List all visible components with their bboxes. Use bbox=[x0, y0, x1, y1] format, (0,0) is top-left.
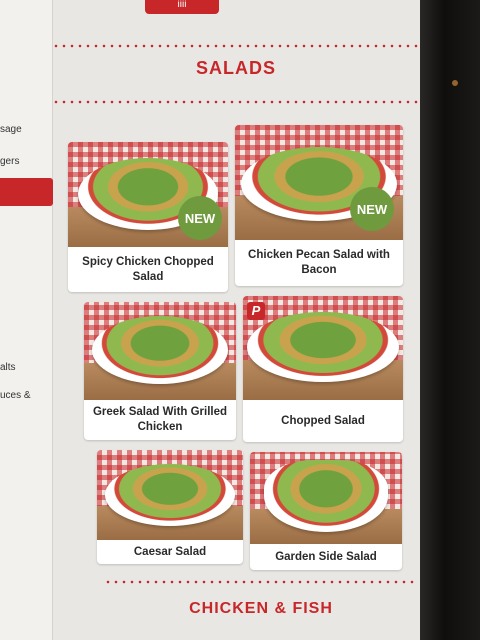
menu-item-card[interactable]: Garden Side Salad bbox=[250, 452, 402, 570]
menu-item-name: Spicy Chicken Chopped Salad bbox=[82, 255, 214, 283]
menu-item-card[interactable]: Greek Salad With Grilled Chicken bbox=[84, 302, 236, 440]
menu-item-card[interactable]: NEW Chicken Pecan Salad with Bacon bbox=[235, 125, 403, 286]
salad-photo bbox=[97, 450, 243, 540]
menu-item-name: Chopped Salad bbox=[281, 414, 365, 427]
sidebar-item-salads-active[interactable] bbox=[0, 178, 53, 206]
category-sidebar: sage gers alts uces & bbox=[0, 0, 53, 640]
new-badge: NEW bbox=[350, 187, 394, 231]
menu-item-name: Caesar Salad bbox=[133, 545, 207, 558]
menu-item-name: Greek Salad With Grilled Chicken bbox=[92, 406, 228, 433]
sidebar-item-sausage[interactable]: sage bbox=[0, 124, 52, 135]
salad-photo bbox=[243, 296, 403, 400]
menu-item-card[interactable]: Caesar Salad bbox=[97, 450, 243, 564]
kiosk-screen: iiii sage gers alts uces & SALADS NEW Sp… bbox=[0, 0, 420, 640]
sidebar-item-burgers[interactable]: gers bbox=[0, 156, 52, 167]
brand-logo: P bbox=[247, 302, 265, 320]
salad-photo bbox=[84, 302, 236, 400]
reflection-light bbox=[452, 80, 458, 86]
device-bezel bbox=[420, 0, 480, 640]
menu-item-name: Garden Side Salad bbox=[275, 550, 377, 563]
menu-item-card[interactable]: P Chopped Salad bbox=[243, 296, 403, 442]
menu-item-name: Chicken Pecan Salad with Bacon bbox=[248, 249, 390, 276]
sidebar-item-sauces[interactable]: uces & bbox=[0, 390, 52, 401]
salad-photo bbox=[250, 452, 402, 544]
dotted-divider bbox=[104, 580, 418, 584]
menu-item-card[interactable]: NEW Spicy Chicken Chopped Salad bbox=[68, 142, 228, 292]
section-title-chicken-fish: CHICKEN & FISH bbox=[189, 600, 333, 617]
dotted-divider bbox=[52, 100, 418, 104]
sidebar-item-melts[interactable]: alts bbox=[0, 362, 52, 373]
new-badge: NEW bbox=[178, 196, 222, 240]
section-title-salads: SALADS bbox=[195, 58, 276, 78]
dotted-divider bbox=[52, 44, 418, 48]
menu-content: SALADS NEW Spicy Chicken Chopped Salad N… bbox=[52, 0, 420, 640]
